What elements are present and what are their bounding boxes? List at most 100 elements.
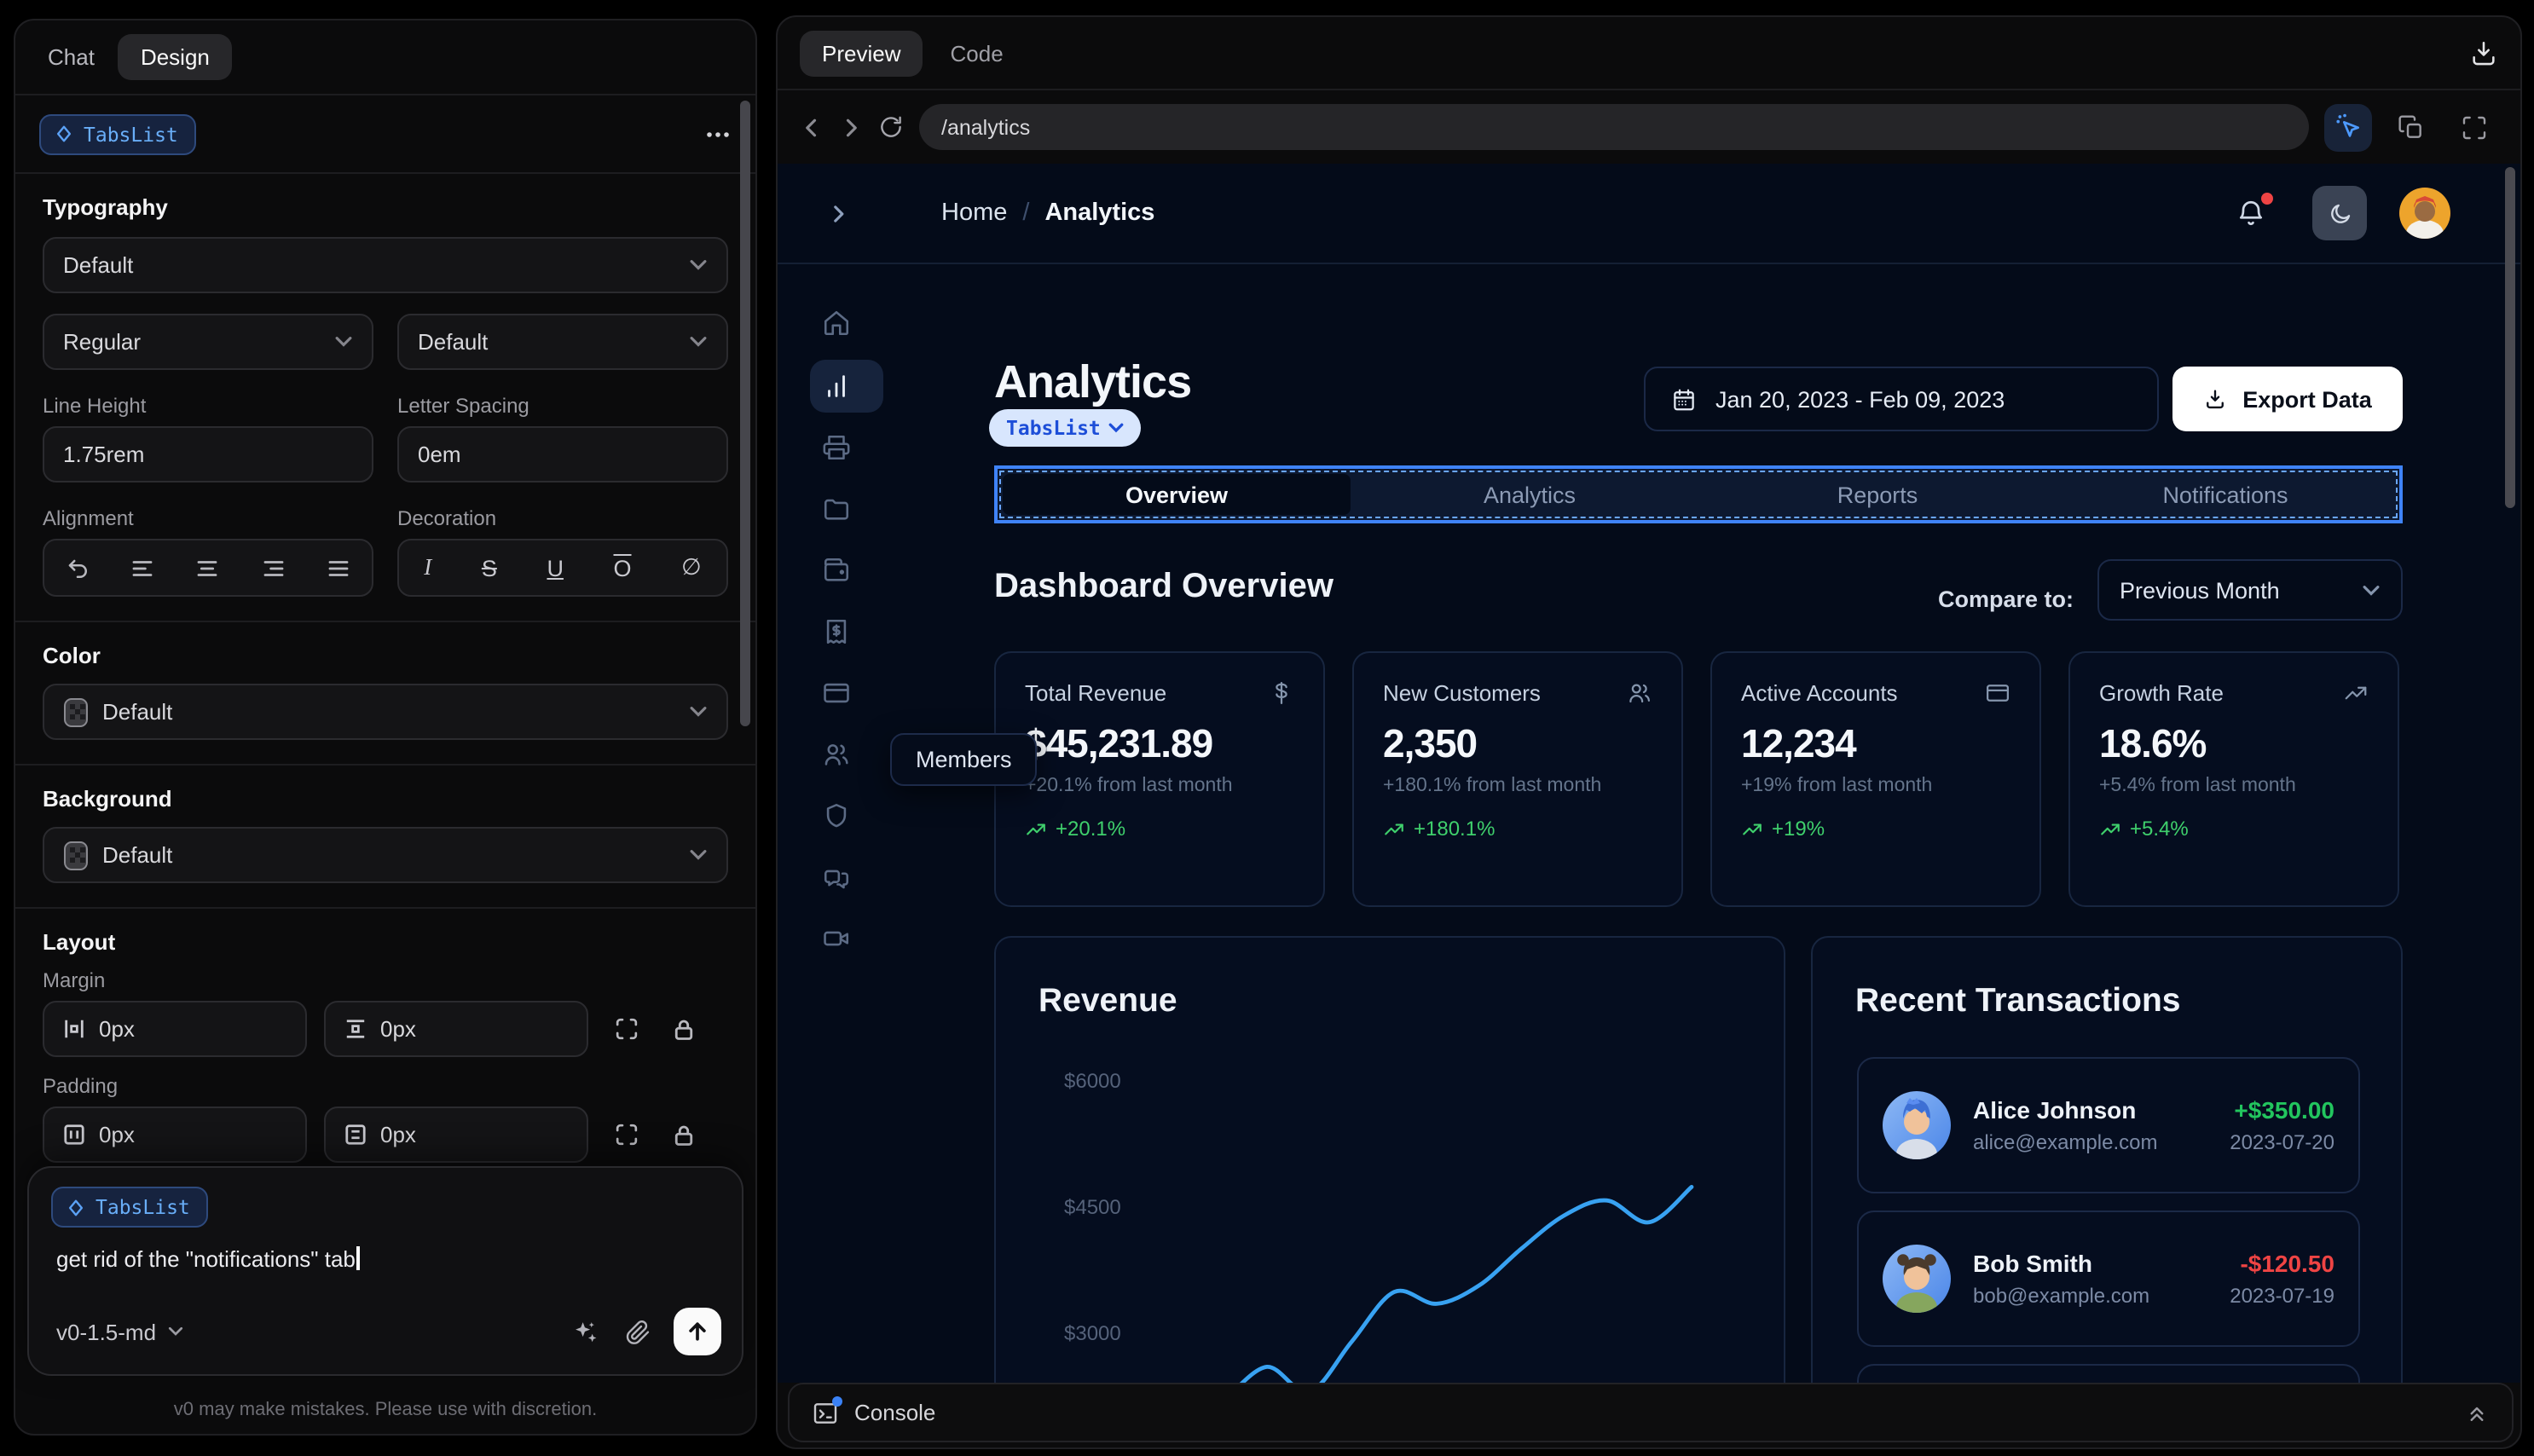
users-icon[interactable] [822,740,851,769]
lock-icon[interactable] [663,1008,704,1049]
messages-icon[interactable] [822,863,851,892]
font-size-select[interactable]: Default [397,314,728,370]
export-data-button[interactable]: Export Data [2172,367,2403,431]
transaction-row[interactable]: Bob Smith bob@example.com -$120.50 2023-… [1857,1210,2360,1347]
transaction-row[interactable] [1857,1364,2360,1383]
tab-code[interactable]: Code [951,40,1004,66]
strikethrough-icon[interactable]: S [482,555,497,581]
transactions-title: Recent Transactions [1855,982,2181,1020]
background-select[interactable]: Default [43,827,728,883]
sparkles-icon[interactable] [571,1317,600,1346]
chevron-down-icon [167,1326,182,1336]
tab-chat[interactable]: Chat [48,44,95,70]
selected-element-chip[interactable]: TabsList [39,113,197,154]
stat-card-total-revenue: Total Revenue $45,231.89 +20.1% from las… [994,651,1325,907]
preview-scrollbar[interactable] [2505,167,2515,508]
design-panel-tabs: Chat Design [15,20,755,95]
credit-card-icon[interactable] [822,679,851,708]
export-label: Export Data [2242,386,2372,412]
tab-notifications[interactable]: Notifications [2051,469,2399,520]
copy-button[interactable] [2387,103,2435,151]
tab-analytics[interactable]: Analytics [1356,469,1704,520]
trending-up-icon [2101,823,2120,835]
members-tooltip: Members [890,733,1038,786]
printer-icon[interactable] [822,433,851,462]
stat-change: +180.1% from last month [1383,776,1602,796]
font-family-select[interactable]: Default [43,237,728,293]
color-section-label: Color [43,643,101,668]
fullscreen-button[interactable] [2450,103,2498,151]
expand-sides-icon[interactable] [605,1008,646,1049]
selected-element-row: TabsList [15,95,755,174]
align-justify-icon[interactable] [327,555,352,581]
back-icon[interactable] [800,115,824,139]
font-size-value: Default [418,329,489,355]
line-height-input[interactable]: 1.75rem [43,426,373,482]
italic-icon[interactable]: I [424,554,431,581]
inspect-button[interactable] [2324,103,2372,151]
underline-icon[interactable]: U [547,555,564,581]
stat-trend-value: +19% [1772,817,1825,841]
chevrons-up-icon[interactable] [2464,1400,2490,1425]
undo-icon[interactable] [64,555,90,581]
tab-preview[interactable]: Preview [800,30,923,76]
lock-icon[interactable] [663,1114,704,1155]
stat-trend-value: +20.1% [1056,817,1126,841]
paperclip-icon[interactable] [624,1318,651,1345]
no-decoration-icon[interactable]: ∅ [681,554,702,581]
receipt-icon[interactable] [822,617,851,646]
compare-select[interactable]: Previous Month [2097,559,2403,621]
url-input[interactable]: /analytics [919,104,2309,150]
console-bar[interactable]: Console [788,1383,2514,1442]
bar-chart-icon[interactable] [822,372,851,401]
design-panel-scrollbar[interactable] [740,101,750,726]
decoration-group: I S U O ∅ [397,539,728,597]
more-menu-icon[interactable] [704,120,732,147]
video-icon[interactable] [822,924,851,953]
selected-component-badge[interactable]: TabsList [989,409,1142,447]
theme-toggle-button[interactable] [2312,186,2367,240]
download-icon[interactable] [2469,38,2498,67]
breadcrumb-home[interactable]: Home [941,199,1007,227]
refresh-icon[interactable] [878,114,904,140]
align-left-icon[interactable] [130,555,155,581]
expand-sides-icon[interactable] [605,1114,646,1155]
wallet-icon[interactable] [822,556,851,585]
chevron-down-icon [2363,585,2380,595]
margin-y-input[interactable]: 0px [324,1001,588,1057]
browser-toolbar: /analytics [778,90,2520,164]
date-range-button[interactable]: Jan 20, 2023 - Feb 09, 2023 [1644,367,2159,431]
folder-icon[interactable] [822,494,851,523]
overline-icon[interactable]: O [614,555,632,581]
padding-x-input[interactable]: 0px [43,1106,307,1163]
chevron-down-icon [1109,423,1125,433]
notifications-bell[interactable] [2236,193,2273,228]
stat-title: Growth Rate [2099,680,2224,706]
transaction-amount: -$120.50 [2240,1250,2334,1277]
prompt-input[interactable]: get rid of the "notifications" tab [56,1246,360,1272]
forward-icon[interactable] [839,115,863,139]
composer-context-chip[interactable]: TabsList [51,1187,209,1228]
tab-overview[interactable]: Overview [1003,474,1351,515]
home-icon[interactable] [822,309,851,338]
sidebar-expand-icon[interactable] [827,203,849,225]
design-panel: Chat Design TabsList Typography Default … [14,19,757,1436]
color-select[interactable]: Default [43,684,728,740]
shield-icon[interactable] [822,801,851,830]
trending-up-icon [1027,823,1045,835]
padding-y-input[interactable]: 0px [324,1106,588,1163]
model-selector[interactable]: v0-1.5-md [56,1319,183,1344]
transaction-row[interactable]: Alice Johnson alice@example.com +$350.00… [1857,1057,2360,1193]
margin-x-input[interactable]: 0px [43,1001,307,1057]
font-weight-select[interactable]: Regular [43,314,373,370]
tab-design[interactable]: Design [118,34,232,80]
transparent-swatch-icon [64,841,88,870]
prompt-composer[interactable]: TabsList get rid of the "notifications" … [27,1166,743,1376]
transaction-email: bob@example.com [1973,1284,2150,1308]
letter-spacing-input[interactable]: 0em [397,426,728,482]
send-button[interactable] [674,1308,721,1355]
align-center-icon[interactable] [195,555,221,581]
tab-reports[interactable]: Reports [1704,469,2051,520]
user-avatar[interactable] [2399,188,2450,239]
align-right-icon[interactable] [261,555,286,581]
